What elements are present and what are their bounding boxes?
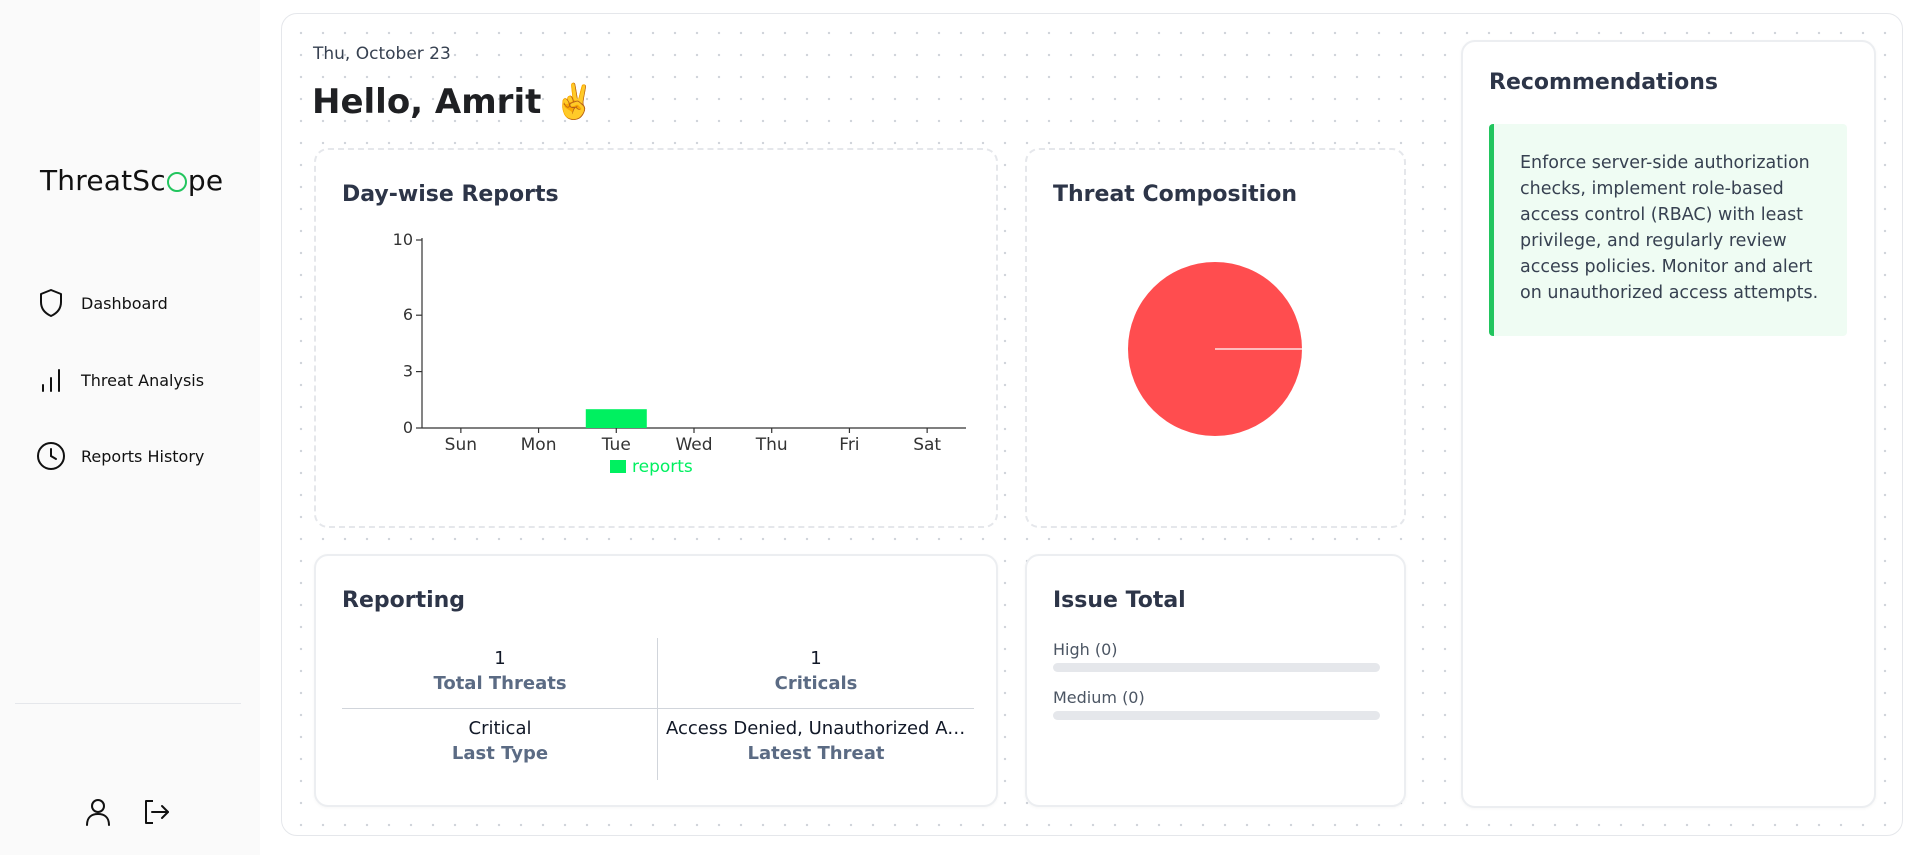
y-tick-label: 6: [403, 305, 413, 324]
issue-high-progress-bar: [1053, 663, 1380, 672]
legend-label: reports: [632, 457, 693, 477]
bar-tue: [585, 409, 647, 428]
issue-total-card: Issue Total High (0) Medium (0): [1025, 554, 1406, 807]
criticals-cell: 1 Criticals: [658, 648, 974, 694]
bar-chart-icon: [36, 365, 66, 395]
clock-icon: [36, 441, 66, 471]
greeting-heading: Hello, Amrit ✌️: [312, 82, 596, 122]
y-tick-label: 10: [393, 230, 413, 249]
x-tick-label: Tue: [601, 435, 631, 455]
logo-text-prefix: ThreatSc: [40, 164, 166, 197]
recommendations-card: Recommendations Enforce server-side auth…: [1461, 40, 1876, 808]
day-wise-reports-card: Day-wise Reports 0 3 6 10 Sun Mon Tue Wed Thu Fri…: [314, 148, 998, 528]
x-tick-label: Wed: [675, 435, 712, 455]
current-date: Thu, October 23: [313, 44, 451, 64]
reporting-title: Reporting: [342, 588, 466, 613]
issue-medium-progress-bar: [1053, 711, 1380, 720]
last-type-cell: Critical Last Type: [342, 718, 658, 764]
x-tick-label: Sun: [445, 435, 477, 455]
latest-threat-cell: Access Denied, Unauthorized Ac... Latest…: [658, 718, 974, 764]
total-threats-cell: 1 Total Threats: [342, 648, 658, 694]
recommendations-title: Recommendations: [1489, 70, 1718, 95]
sidebar-divider: [15, 703, 241, 704]
nav-label-threat-analysis: Threat Analysis: [81, 370, 205, 390]
last-type-value: Critical: [468, 718, 532, 739]
issue-high-label: High (0): [1053, 640, 1118, 659]
day-wise-bar-chart: 0 3 6 10 Sun Mon Tue Wed Thu Fri Sat reports: [393, 230, 966, 477]
threat-composition-card: Threat Composition: [1025, 148, 1406, 528]
total-threats-label: Total Threats: [433, 673, 567, 694]
total-threats-value: 1: [494, 648, 506, 669]
issue-medium-label: Medium (0): [1053, 688, 1145, 707]
shield-icon: [36, 288, 66, 318]
legend-swatch: [610, 460, 626, 473]
y-tick-label: 3: [403, 362, 413, 381]
criticals-value: 1: [810, 648, 822, 669]
grid-divider-horizontal: [342, 708, 974, 709]
app-logo[interactable]: ThreatSc pe: [40, 164, 223, 197]
nav-label-dashboard: Dashboard: [81, 293, 168, 313]
logo-o-ring: [166, 172, 187, 192]
x-tick-label: Fri: [839, 435, 859, 455]
issue-total-title: Issue Total: [1053, 588, 1186, 613]
x-tick-label: Thu: [755, 435, 788, 455]
threat-composition-pie-chart: [1128, 262, 1302, 436]
logout-icon[interactable]: [140, 796, 172, 828]
logo-text-suffix: pe: [187, 164, 224, 197]
user-icon[interactable]: [82, 796, 114, 828]
latest-threat-value: Access Denied, Unauthorized Ac...: [666, 718, 974, 739]
nav-item-threat-analysis[interactable]: Threat Analysis: [36, 362, 204, 398]
sidebar: ThreatSc pe Dashboard Threat Analysis Rep…: [0, 0, 260, 855]
nav-item-reports-history[interactable]: Reports History: [36, 438, 204, 474]
issue-medium-row: Medium (0): [1053, 688, 1380, 720]
nav-label-reports-history: Reports History: [81, 446, 205, 466]
y-tick-label: 0: [403, 418, 413, 437]
reporting-card: Reporting 1 Total Threats 1 Criticals Cr…: [314, 554, 998, 807]
criticals-label: Criticals: [774, 673, 858, 694]
reporting-grid: 1 Total Threats 1 Criticals Critical Las…: [342, 638, 974, 780]
last-type-label: Last Type: [451, 743, 549, 764]
x-tick-label: Sat: [913, 435, 941, 455]
recommendation-item: Enforce server-side authorization checks…: [1489, 124, 1847, 336]
recommendation-text: Enforce server-side authorization checks…: [1520, 153, 1819, 303]
x-tick-label: Mon: [521, 435, 557, 455]
nav-item-dashboard[interactable]: Dashboard: [36, 285, 168, 321]
issue-high-row: High (0): [1053, 640, 1380, 672]
latest-threat-label: Latest Threat: [747, 743, 885, 764]
